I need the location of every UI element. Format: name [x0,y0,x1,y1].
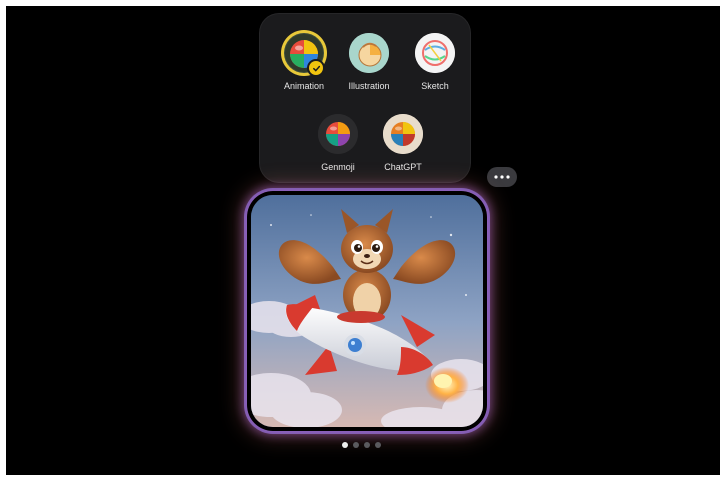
illustration-style-icon [349,33,389,73]
style-label-genmoji: Genmoji [321,162,355,172]
page-dot-4[interactable] [375,442,381,448]
squirrel-rocket-image [251,195,483,427]
page-indicator [342,440,381,450]
style-option-chatgpt[interactable]: ChatGPT [368,114,438,184]
style-label-sketch: Sketch [421,81,449,91]
style-label-illustration: Illustration [348,81,390,91]
style-option-genmoji[interactable]: Genmoji [303,114,373,184]
style-label-animation: Animation [283,81,325,91]
app-screen: Animation Illustration Sketch Genmoji Ch… [6,6,720,475]
page-dot-1[interactable] [342,442,348,448]
sketch-style-icon [415,33,455,73]
chatgpt-style-icon [383,114,423,154]
style-option-animation[interactable]: Animation [269,33,339,103]
ellipsis-icon [494,175,510,179]
selected-checkmark-icon [309,61,323,75]
page-dot-3[interactable] [364,442,370,448]
style-option-sketch[interactable]: Sketch [400,33,470,103]
more-options-button[interactable] [487,167,517,187]
page-dot-2[interactable] [353,442,359,448]
style-option-illustration[interactable]: Illustration [334,33,404,103]
genmoji-style-icon [318,114,358,154]
generated-image-card[interactable] [247,191,487,431]
style-picker-panel: Animation Illustration Sketch Genmoji Ch… [259,13,471,183]
style-label-chatgpt: ChatGPT [384,162,422,172]
